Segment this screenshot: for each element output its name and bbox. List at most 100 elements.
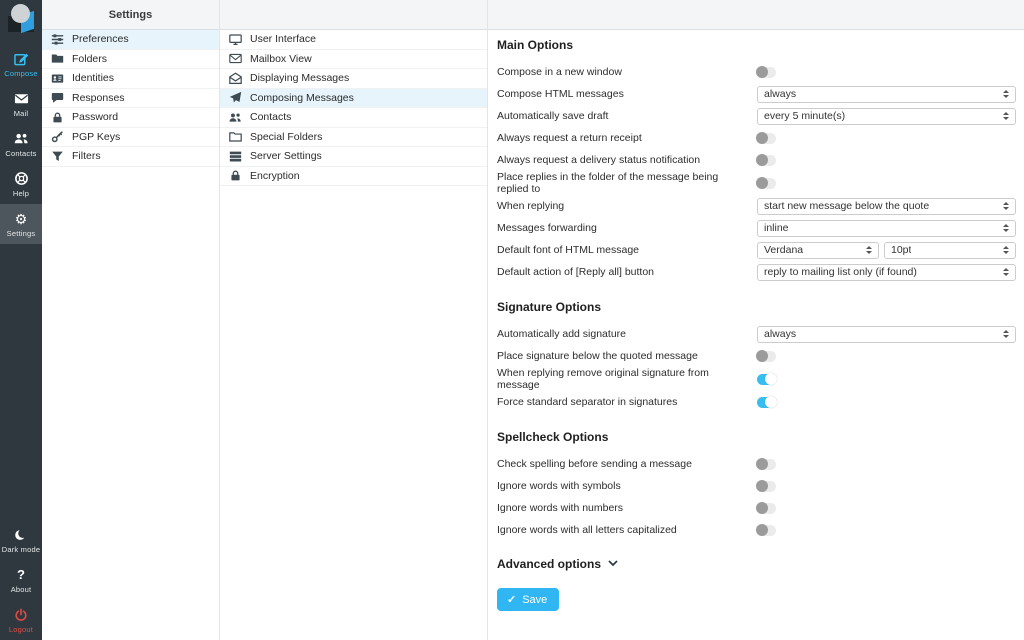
ignore-caps-toggle[interactable] — [756, 524, 776, 536]
taskbar-item-label: Help — [12, 189, 30, 198]
settings-nav-item-responses[interactable]: Responses — [42, 89, 219, 108]
select-value: start new message below the quote — [764, 200, 930, 212]
pref-label: Automatically save draft — [497, 110, 609, 122]
nav-item-label: Password — [72, 111, 119, 124]
compose-new-window-toggle[interactable] — [756, 66, 776, 78]
users-icon — [228, 110, 242, 124]
pref-label: Check spelling before sending a message — [497, 458, 692, 470]
pref-label: Default action of [Reply all] button — [497, 266, 655, 278]
section-item-mailbox-view[interactable]: Mailbox View — [220, 50, 487, 69]
pref-label: Ignore words with numbers — [497, 502, 624, 514]
taskbar-item-label: Mail — [13, 109, 29, 118]
advanced-options-toggle[interactable]: Advanced options — [497, 557, 1016, 571]
ignore-numbers-toggle[interactable] — [756, 502, 776, 514]
monitor-icon — [228, 32, 242, 46]
pref-label: Force standard separator in signatures — [497, 396, 678, 408]
when-replying-select[interactable]: start new message below the quote — [757, 197, 1016, 215]
settings-nav-list: Preferences Folders Identities Responses… — [42, 30, 219, 167]
pref-row-return-receipt: Always request a return receipt — [497, 127, 1016, 149]
question-icon: ? — [17, 567, 25, 582]
taskbar-item-mail[interactable]: Mail — [0, 84, 42, 124]
taskbar-item-label: Logout — [8, 625, 34, 634]
settings-nav-item-folders[interactable]: Folders — [42, 50, 219, 69]
sig-separator-toggle[interactable] — [757, 396, 777, 408]
taskbar-item-settings[interactable]: ⚙ Settings — [0, 204, 42, 244]
select-value: every 5 minute(s) — [764, 110, 846, 122]
main-content: Main Options Compose in a new window Com… — [488, 30, 1024, 611]
pref-row-strip-signature: When replying remove original signature … — [497, 367, 1016, 391]
section-item-server-settings[interactable]: Server Settings — [220, 147, 487, 167]
save-button[interactable]: ✓ Save — [497, 588, 560, 611]
taskbar-item-label: About — [10, 585, 32, 594]
settings-nav-item-password[interactable]: Password — [42, 108, 219, 128]
dsn-toggle[interactable] — [756, 154, 776, 166]
auto-signature-select[interactable]: always — [757, 325, 1016, 343]
power-icon — [14, 607, 28, 622]
nav-item-label: Contacts — [250, 111, 292, 124]
taskbar-item-help[interactable]: Help — [0, 164, 42, 204]
taskbar-item-about[interactable]: ? About — [0, 560, 42, 600]
save-draft-select[interactable]: every 5 minute(s) — [757, 107, 1016, 125]
reply-folder-toggle[interactable] — [756, 177, 776, 189]
pref-row-sig-below-quote: Place signature below the quoted message — [497, 345, 1016, 367]
ignore-symbols-toggle[interactable] — [756, 480, 776, 492]
pref-label: Always request a delivery status notific… — [497, 154, 701, 166]
sig-below-quote-toggle[interactable] — [756, 350, 776, 362]
compose-icon — [13, 51, 29, 66]
nav-item-label: Mailbox View — [250, 52, 312, 65]
nav-item-label: Encryption — [250, 169, 300, 182]
taskbar-item-logout[interactable]: Logout — [0, 600, 42, 640]
paper-plane-icon — [228, 91, 242, 105]
nav-item-label: Special Folders — [250, 130, 323, 143]
select-arrows-icon — [1003, 90, 1009, 98]
section-item-composing-messages[interactable]: Composing Messages — [220, 88, 487, 108]
section-item-user-interface[interactable]: User Interface — [220, 30, 487, 50]
select-arrows-icon — [1003, 202, 1009, 210]
pref-row-reply-all: Default action of [Reply all] button rep… — [497, 261, 1016, 283]
contacts-icon — [13, 131, 29, 146]
pref-label: Compose HTML messages — [497, 88, 624, 100]
save-button-label: Save — [522, 593, 548, 606]
pref-row-ignore-caps: Ignore words with all letters capitalize… — [497, 519, 1016, 541]
forwarding-select[interactable]: inline — [757, 219, 1016, 237]
settings-nav-item-pgp-keys[interactable]: PGP Keys — [42, 128, 219, 147]
nav-item-label: Responses — [72, 91, 125, 104]
taskbar-item-label: Dark mode — [1, 545, 41, 554]
compose-html-select[interactable]: always — [757, 85, 1016, 103]
main-header — [488, 0, 1024, 30]
spell-before-send-toggle[interactable] — [756, 458, 776, 470]
section-item-displaying-messages[interactable]: Displaying Messages — [220, 69, 487, 89]
settings-nav-item-identities[interactable]: Identities — [42, 69, 219, 89]
section-item-special-folders[interactable]: Special Folders — [220, 128, 487, 147]
reply-all-select[interactable]: reply to mailing list only (if found) — [757, 263, 1016, 281]
taskbar-item-contacts[interactable]: Contacts — [0, 124, 42, 164]
font-family-select[interactable]: Verdana — [757, 241, 879, 259]
moon-icon — [14, 527, 28, 542]
select-arrows-icon — [1003, 330, 1009, 338]
select-arrows-icon — [1003, 268, 1009, 276]
taskbar-item-compose[interactable]: Compose — [0, 44, 42, 84]
select-value: inline — [764, 222, 789, 234]
return-receipt-toggle[interactable] — [756, 132, 776, 144]
mail-icon — [14, 91, 29, 106]
taskbar-spacer — [0, 244, 42, 520]
taskbar-item-label: Settings — [6, 229, 36, 238]
pref-row-reply-folder: Place replies in the folder of the messa… — [497, 171, 1016, 195]
pref-label: Default font of HTML message — [497, 244, 640, 256]
sliders-icon — [50, 32, 64, 46]
settings-nav-item-filters[interactable]: Filters — [42, 147, 219, 167]
pref-label: Always request a return receipt — [497, 132, 642, 144]
pref-label: Ignore words with all letters capitalize… — [497, 524, 677, 536]
settings-nav-item-preferences[interactable]: Preferences — [42, 30, 219, 50]
advanced-options-label: Advanced options — [497, 557, 602, 571]
settings-nav-header: Settings — [42, 0, 219, 30]
font-size-select[interactable]: 10pt — [884, 241, 1016, 259]
app-logo[interactable] — [0, 0, 42, 44]
taskbar-item-dark-mode[interactable]: Dark mode — [0, 520, 42, 560]
folder-icon — [50, 52, 64, 66]
strip-signature-toggle[interactable] — [757, 373, 777, 385]
composing-messages-form: Main Options Compose in a new window Com… — [488, 0, 1024, 640]
nav-item-label: Server Settings — [250, 150, 322, 163]
section-item-contacts[interactable]: Contacts — [220, 108, 487, 128]
section-item-encryption[interactable]: Encryption — [220, 167, 487, 186]
